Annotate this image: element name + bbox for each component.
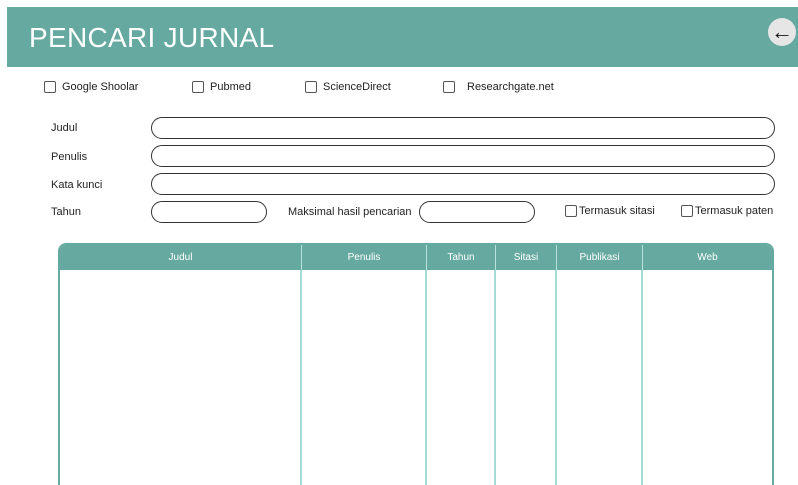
penulis-input[interactable] xyxy=(151,145,775,167)
source-label: ScienceDirect xyxy=(323,81,391,93)
checkbox-google-scholar[interactable] xyxy=(44,81,56,93)
checkbox-termasuk-paten[interactable] xyxy=(681,205,693,217)
column-header-publikasi[interactable]: Publikasi xyxy=(557,245,643,270)
tahun-input[interactable] xyxy=(151,201,267,223)
source-pubmed[interactable]: Pubmed xyxy=(192,79,251,95)
source-label: Researchgate.net xyxy=(467,81,554,93)
column-sitasi xyxy=(496,270,557,485)
arrow-left-icon: ← xyxy=(771,19,793,44)
source-label: Pubmed xyxy=(210,81,251,93)
judul-input[interactable] xyxy=(151,117,775,139)
column-header-judul[interactable]: Judul xyxy=(60,245,302,270)
maks-hasil-input[interactable] xyxy=(419,201,535,223)
termasuk-sitasi-option[interactable]: Termasuk sitasi xyxy=(565,205,655,217)
column-judul xyxy=(60,270,302,485)
maks-hasil-label: Maksimal hasil pencarian xyxy=(288,206,412,218)
results-table: Judul Penulis Tahun Sitasi Publikasi Web xyxy=(58,243,774,485)
penulis-label: Penulis xyxy=(51,151,88,163)
termasuk-sitasi-label: Termasuk sitasi xyxy=(579,205,655,217)
checkbox-pubmed[interactable] xyxy=(192,81,204,93)
source-google-scholar[interactable]: Google Shoolar xyxy=(44,79,138,95)
source-sciencedirect[interactable]: ScienceDirect xyxy=(305,79,391,95)
column-header-sitasi[interactable]: Sitasi xyxy=(496,245,557,270)
kata-kunci-input[interactable] xyxy=(151,173,775,195)
checkbox-sciencedirect[interactable] xyxy=(305,81,317,93)
table-header: Judul Penulis Tahun Sitasi Publikasi Web xyxy=(60,245,772,270)
checkbox-researchgate[interactable] xyxy=(443,81,455,93)
column-web xyxy=(643,270,772,485)
termasuk-paten-option[interactable]: Termasuk paten xyxy=(681,205,773,217)
app-header: PENCARI JURNAL xyxy=(7,7,798,67)
back-button[interactable]: ← xyxy=(768,18,796,46)
page-title: PENCARI JURNAL xyxy=(29,22,275,53)
tahun-label: Tahun xyxy=(51,206,81,218)
column-header-tahun[interactable]: Tahun xyxy=(427,245,496,270)
table-body xyxy=(60,270,772,485)
column-penulis xyxy=(302,270,427,485)
column-header-penulis[interactable]: Penulis xyxy=(302,245,427,270)
column-tahun xyxy=(427,270,496,485)
column-header-web[interactable]: Web xyxy=(643,245,772,270)
termasuk-paten-label: Termasuk paten xyxy=(695,205,774,217)
checkbox-termasuk-sitasi[interactable] xyxy=(565,205,577,217)
kata-kunci-label: Kata kunci xyxy=(51,179,103,191)
judul-label: Judul xyxy=(51,122,78,134)
source-researchgate[interactable]: Researchgate.net xyxy=(443,79,554,95)
column-publikasi xyxy=(557,270,643,485)
source-label: Google Shoolar xyxy=(62,81,139,93)
